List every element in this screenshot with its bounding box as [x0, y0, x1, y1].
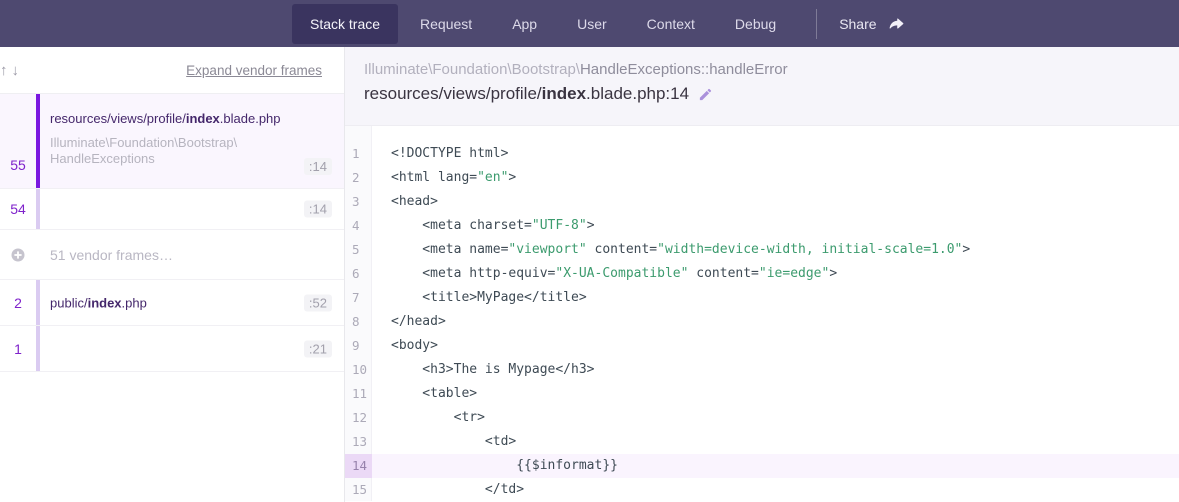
code-line: 9 <body> — [345, 334, 1179, 358]
code-text: <title>MyPage</title> — [372, 286, 587, 310]
code-line: 13 <td> — [345, 430, 1179, 454]
sidebar-header: ↑↓ Expand vendor frames — [0, 47, 344, 94]
line-number: 6 — [345, 262, 372, 286]
share-button[interactable]: Share — [839, 15, 904, 33]
nav-divider — [816, 9, 817, 39]
exception-method: Illuminate\Foundation\Bootstrap\HandleEx… — [364, 61, 1179, 78]
share-label: Share — [839, 16, 876, 32]
nav-tabs: Stack traceRequestAppUserContextDebug — [292, 4, 798, 44]
nav-tab[interactable]: Debug — [717, 4, 794, 44]
top-nav: Stack traceRequestAppUserContextDebug Sh… — [0, 0, 1179, 47]
content-area: ↑↓ Expand vendor frames 55 resources/vie… — [0, 47, 1179, 502]
code-line: 11 <table> — [345, 382, 1179, 406]
prev-frame-arrow-icon[interactable]: ↑ — [0, 62, 10, 79]
stack-frame[interactable]: 51 vendor frames… — [0, 230, 344, 280]
code-text: <meta name="viewport" content="width=dev… — [372, 238, 970, 262]
code-text: <body> — [372, 334, 438, 358]
code-text: {{$informat}} — [372, 454, 618, 478]
code-line: 15 </td> — [345, 478, 1179, 501]
open-in-editor-button[interactable] — [698, 87, 713, 102]
code-line: 2 <html lang="en"> — [345, 166, 1179, 190]
stack-frame[interactable]: 55 resources/views/profile/index.blade.p… — [0, 94, 344, 189]
current-file-path: resources/views/profile/index.blade.php:… — [364, 84, 1179, 104]
pencil-icon — [698, 87, 713, 102]
next-frame-arrow-icon[interactable]: ↓ — [10, 62, 22, 79]
main-panel: Illuminate\Foundation\Bootstrap\HandleEx… — [345, 47, 1179, 502]
frame-class-name: Illuminate\Foundation\Bootstrap\HandleEx… — [50, 135, 332, 167]
code-header: Illuminate\Foundation\Bootstrap\HandleEx… — [345, 47, 1179, 125]
code-text: </td> — [372, 478, 524, 501]
nav-tab[interactable]: Context — [629, 4, 713, 44]
expand-plus-icon — [11, 248, 25, 262]
stack-frames-list: 55 resources/views/profile/index.blade.p… — [0, 94, 344, 372]
nav-tab[interactable]: Request — [402, 4, 490, 44]
frame-number: 55 — [0, 94, 36, 188]
method-name: HandleExceptions::handleError — [580, 61, 788, 78]
code-text: <h3>The is Mypage</h3> — [372, 358, 595, 382]
code-text: <meta charset="UTF-8"> — [372, 214, 595, 238]
code-text: <td> — [372, 430, 516, 454]
frame-number: 1 — [0, 326, 36, 371]
frame-nav-arrows: ↑↓ — [0, 62, 21, 79]
nav-tab[interactable]: Stack trace — [292, 4, 398, 44]
frame-content: public/index.php :52 — [40, 280, 344, 325]
frame-file-path: resources/views/profile/index.blade.php — [50, 94, 332, 126]
code-text: <!DOCTYPE html> — [372, 142, 508, 166]
line-number: 7 — [345, 286, 372, 310]
stack-frames-sidebar: ↑↓ Expand vendor frames 55 resources/vie… — [0, 47, 345, 502]
frame-number: 54 — [0, 189, 36, 229]
line-number: 9 — [345, 334, 372, 358]
frame-line-badge: :52 — [304, 294, 332, 311]
frame-content: resources/views/profile/index.blade.php … — [40, 94, 344, 188]
frame-line-badge: :14 — [304, 201, 332, 218]
line-number: 11 — [345, 382, 372, 406]
expand-vendor-frames-link[interactable]: Expand vendor frames — [186, 63, 322, 78]
stack-frame[interactable]: 2 public/index.php :52 — [0, 280, 344, 326]
code-text: <tr> — [372, 406, 485, 430]
method-namespace: Illuminate\Foundation\Bootstrap\ — [364, 61, 580, 78]
frame-content: 51 vendor frames… — [40, 230, 344, 279]
frame-content: :14 — [40, 189, 344, 229]
frame-number: 2 — [0, 280, 36, 325]
code-viewer: 1 <!DOCTYPE html> 2 <html lang="en"> 3 <… — [345, 125, 1179, 501]
stack-frame[interactable]: 1 :21 — [0, 326, 344, 372]
line-number: 4 — [345, 214, 372, 238]
line-number: 12 — [345, 406, 372, 430]
code-text: <head> — [372, 190, 438, 214]
error-page-root: Stack traceRequestAppUserContextDebug Sh… — [0, 0, 1179, 502]
line-number: 13 — [345, 430, 372, 454]
code-line: 7 <title>MyPage</title> — [345, 286, 1179, 310]
frame-content: :21 — [40, 326, 344, 371]
code-text: <table> — [372, 382, 477, 406]
stack-frame[interactable]: 54 :14 — [0, 189, 344, 230]
frame-file-path: public/index.php — [50, 295, 147, 310]
code-line: 14 {{$informat}} — [345, 454, 1179, 478]
frame-number — [0, 230, 36, 279]
line-number: 5 — [345, 238, 372, 262]
frame-line-badge: :14 — [304, 158, 332, 175]
code-text: </head> — [372, 310, 446, 334]
nav-tab[interactable]: User — [559, 4, 625, 44]
code-line: 1 <!DOCTYPE html> — [345, 142, 1179, 166]
line-number: 3 — [345, 190, 372, 214]
vendor-frames-label: 51 vendor frames… — [50, 247, 173, 263]
nav-tab[interactable]: App — [494, 4, 555, 44]
line-number: 8 — [345, 310, 372, 334]
frame-line-badge: :21 — [304, 340, 332, 357]
line-number: 14 — [345, 454, 372, 478]
share-icon — [887, 15, 905, 33]
code-line: 12 <tr> — [345, 406, 1179, 430]
line-number: 1 — [345, 142, 372, 166]
line-number: 2 — [345, 166, 372, 190]
code-text: <html lang="en"> — [372, 166, 516, 190]
code-line: 5 <meta name="viewport" content="width=d… — [345, 238, 1179, 262]
code-text: <meta http-equiv="X-UA-Compatible" conte… — [372, 262, 837, 286]
code-line: 4 <meta charset="UTF-8"> — [345, 214, 1179, 238]
code-line: 8 </head> — [345, 310, 1179, 334]
code-line: 3 <head> — [345, 190, 1179, 214]
line-number: 10 — [345, 358, 372, 382]
line-number: 15 — [345, 478, 372, 501]
code-line: 6 <meta http-equiv="X-UA-Compatible" con… — [345, 262, 1179, 286]
code-line: 10 <h3>The is Mypage</h3> — [345, 358, 1179, 382]
